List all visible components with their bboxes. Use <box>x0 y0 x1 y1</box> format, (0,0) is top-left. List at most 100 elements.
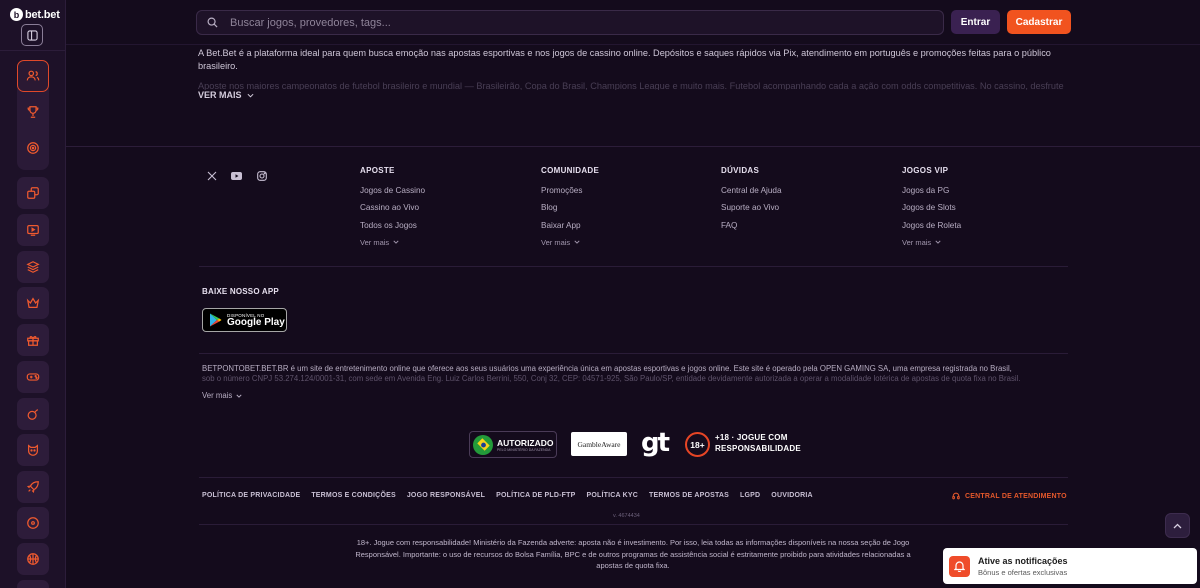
responsible-line-2: RESPONSABILIDADE <box>715 443 801 453</box>
chevron-up-icon <box>1173 523 1182 528</box>
column-more-button[interactable]: Ver mais <box>541 238 599 247</box>
footer-link[interactable]: Jogos de Slots <box>902 203 961 220</box>
footer-link[interactable]: Jogos de Roleta <box>902 221 961 238</box>
x-twitter-icon[interactable] <box>206 170 217 181</box>
version-text: v. 4674434 <box>613 513 640 519</box>
footer-link[interactable]: Cassino ao Vivo <box>360 203 425 220</box>
column-title: DÚVIDAS <box>721 166 760 175</box>
column-more-button[interactable]: Ver mais <box>360 238 425 247</box>
footer-link[interactable]: Jogos da PG <box>902 186 961 203</box>
trophy-icon <box>27 106 39 118</box>
target-icon <box>27 142 39 154</box>
sidebar-item-shield[interactable] <box>17 434 49 466</box>
login-button[interactable]: Entrar <box>951 10 1000 34</box>
footer-link[interactable]: Jogos de Cassino <box>360 186 425 203</box>
youtube-icon[interactable] <box>231 170 242 181</box>
footer-link[interactable]: Suporte ao Vivo <box>721 203 782 220</box>
footer-link[interactable]: Todos os Jogos <box>360 221 425 238</box>
authorized-label: AUTORIZADO <box>497 437 554 448</box>
sidebar-item-trophy[interactable] <box>17 96 49 128</box>
footer-divider <box>199 353 1068 354</box>
column-title: JOGOS VIP <box>902 166 949 175</box>
authorized-badge[interactable]: AUTORIZADO PELO MINISTÉRIO DA FAZENDA <box>469 431 557 458</box>
sidebar-item-games[interactable] <box>17 361 49 393</box>
policy-link-responsible[interactable]: JOGO RESPONSÁVEL <box>407 492 485 499</box>
policy-link-pld[interactable]: POLÍTICA DE PLD-FTP <box>496 492 575 499</box>
logo-mark-icon: b <box>10 8 23 21</box>
search-input[interactable] <box>230 16 910 29</box>
policy-link-privacy[interactable]: POLÍTICA DE PRIVACIDADE <box>202 492 300 499</box>
gt-logo[interactable]: gt <box>641 428 670 458</box>
footer-column-duvidas: DÚVIDAS Central de Ajuda Suporte ao Vivo… <box>721 166 782 238</box>
google-play-button[interactable]: DISPONÍVEL NO Google Play <box>202 308 287 332</box>
sidebar-item-rocket[interactable] <box>17 471 49 503</box>
disclaimer-text: 18+. Jogue com responsabilidade! Ministé… <box>355 538 911 570</box>
sidebar-item-users[interactable] <box>17 60 49 92</box>
section-divider <box>66 146 1200 147</box>
footer-link[interactable]: Promoções <box>541 186 599 203</box>
notification-prompt[interactable]: Ative as notificações Bônus e ofertas ex… <box>943 548 1197 584</box>
bell-icon <box>949 555 970 577</box>
cat-shield-icon <box>28 444 38 456</box>
column-title: COMUNIDADE <box>541 166 600 175</box>
sidebar-item-vip[interactable] <box>17 287 49 319</box>
sidebar-item-sports[interactable] <box>17 543 49 575</box>
policy-link-kyc[interactable]: POLÍTICA KYC <box>586 492 638 499</box>
tv-icon <box>27 225 39 236</box>
brand-logo[interactable]: b bet.bet <box>10 8 60 21</box>
chevron-down-icon <box>236 394 242 398</box>
store-name: Google Play <box>227 316 285 328</box>
sidebar-item-promo[interactable] <box>17 398 49 430</box>
legal-more-button[interactable]: Ver mais <box>202 391 242 400</box>
sidebar-item-gift[interactable] <box>17 324 49 356</box>
sidebar-item-layers[interactable] <box>17 251 49 283</box>
footer-link[interactable]: Blog <box>541 203 599 220</box>
footer-column-comunidade: COMUNIDADE Promoções Blog Baixar App Ver… <box>541 166 599 247</box>
column-more-button[interactable]: Ver mais <box>902 238 961 247</box>
footer-divider <box>199 266 1068 267</box>
policy-links: POLÍTICA DE PRIVACIDADE TERMOS E CONDIÇÕ… <box>202 492 813 499</box>
more-label: Ver mais <box>360 237 390 247</box>
policy-link-bet-terms[interactable]: TERMOS DE APOSTAS <box>649 492 729 499</box>
instagram-icon[interactable] <box>256 170 267 181</box>
notification-title: Ative as notificações <box>978 555 1068 566</box>
column-title: APOSTE <box>360 166 395 175</box>
headset-icon <box>952 492 960 500</box>
sidebar-item-target[interactable] <box>17 132 49 164</box>
register-button[interactable]: Cadastrar <box>1007 10 1071 34</box>
sidebar-item-dice[interactable] <box>17 177 49 209</box>
support-center-link[interactable]: CENTRAL DE ATENDIMENTO <box>952 492 1067 500</box>
dice-icon <box>27 187 39 199</box>
legal-text: BETPONTOBET.BET.BR é um site de entreten… <box>202 364 1012 373</box>
crown-icon <box>26 297 40 308</box>
panel-toggle-icon <box>26 29 38 41</box>
support-center-label: CENTRAL DE ATENDIMENTO <box>965 492 1067 500</box>
google-play-icon <box>210 313 222 327</box>
sidebar: b bet.bet <box>0 0 66 588</box>
footer-column-aposte: APOSTE Jogos de Cassino Cassino ao Vivo … <box>360 166 425 247</box>
footer-link[interactable]: Baixar App <box>541 221 599 238</box>
search-bar[interactable] <box>196 10 944 35</box>
gamepad-icon <box>26 373 40 381</box>
policy-link-terms[interactable]: TERMOS E CONDIÇÕES <box>311 492 396 499</box>
brand-name: bet.bet <box>25 8 60 21</box>
sidebar-item-clock[interactable] <box>17 507 49 539</box>
footer-link[interactable]: Central de Ajuda <box>721 186 782 203</box>
sidebar-item-live[interactable] <box>17 214 49 246</box>
legal-more-label: Ver mais <box>202 391 233 400</box>
footer-divider <box>199 524 1068 525</box>
clock-icon <box>27 517 39 529</box>
policy-link-ombudsman[interactable]: OUVIDORIA <box>771 492 812 499</box>
responsible-line-1: +18 · JOGUE COM <box>715 433 788 442</box>
footer-link[interactable]: FAQ <box>721 221 782 238</box>
basketball-icon <box>27 553 39 565</box>
gamble-aware-logo[interactable]: GambleAware <box>571 432 627 456</box>
more-label: Ver mais <box>902 237 932 247</box>
chevron-down-icon <box>247 93 254 98</box>
sidebar-toggle-button[interactable] <box>21 24 43 46</box>
sidebar-item-more[interactable] <box>17 580 49 588</box>
intro-more-button[interactable]: VER MAIS <box>198 90 254 100</box>
scroll-to-top-button[interactable] <box>1165 513 1190 538</box>
policy-link-lgpd[interactable]: LGPD <box>740 492 760 499</box>
search-icon <box>207 17 218 28</box>
